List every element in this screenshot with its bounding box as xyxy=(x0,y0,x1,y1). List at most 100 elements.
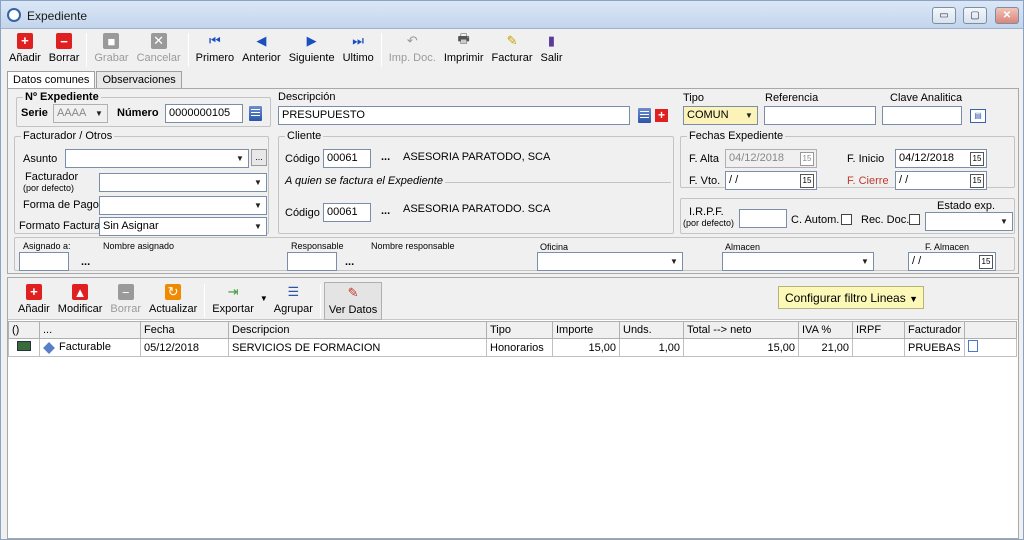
next-button[interactable]: ▶ Siguiente xyxy=(285,31,339,69)
fecha-cell[interactable]: 05/12/2018 xyxy=(140,338,229,357)
toolbar-separator xyxy=(380,33,382,67)
irpf-cell[interactable] xyxy=(852,338,905,357)
iva-cell[interactable]: 21,00 xyxy=(798,338,853,357)
referencia-input[interactable] xyxy=(764,106,876,125)
col-header-iva[interactable]: IVA % xyxy=(798,321,853,339)
descripcion-input[interactable]: PRESUPUESTO xyxy=(278,106,630,125)
exit-icon: ▮ xyxy=(547,33,556,48)
close-button[interactable]: ✕ xyxy=(995,7,1019,24)
lineas-refresh-button[interactable]: ↻ Actualizar xyxy=(145,282,201,320)
factura-codigo-input[interactable]: 00061 xyxy=(323,203,371,222)
responsable-ellipsis[interactable]: ... xyxy=(345,256,354,268)
col-header-estado[interactable]: ... xyxy=(39,321,141,339)
table-row[interactable]: Facturable 05/12/2018 SERVICIOS DE FORMA… xyxy=(8,338,1018,357)
import-doc-button[interactable]: ↶ Imp. Doc. xyxy=(385,31,440,69)
tab-observaciones[interactable]: Observaciones xyxy=(96,71,182,89)
unds-cell[interactable]: 1,00 xyxy=(619,338,684,357)
invoice-button[interactable]: ✎ Facturar xyxy=(488,31,537,69)
exit-button[interactable]: ▮ Salir xyxy=(537,31,567,69)
add-button[interactable]: + Añadir xyxy=(5,31,45,69)
cliente-ellipsis-button[interactable]: ... xyxy=(381,151,390,163)
col-header-descripcion[interactable]: Descripcion xyxy=(228,321,487,339)
total-cell[interactable]: 15,00 xyxy=(683,338,799,357)
export-dropdown-button[interactable]: ▼ xyxy=(258,282,270,320)
responsable-input[interactable] xyxy=(287,252,337,271)
col-header-unds[interactable]: Unds. xyxy=(619,321,684,339)
lineas-delete-button[interactable]: − Borrar xyxy=(106,282,145,320)
delete-button[interactable]: − Borrar xyxy=(45,31,84,69)
lineas-add-button[interactable]: + Añadir xyxy=(14,282,54,320)
print-button[interactable]: 🖶 Imprimir xyxy=(440,31,488,69)
chevron-down-icon: ▼ xyxy=(254,178,262,187)
facturador-cell[interactable]: PRUEBAS xyxy=(903,338,966,357)
descripcion-cell[interactable]: SERVICIOS DE FORMACION xyxy=(228,338,487,357)
cliente-codigo-input[interactable]: 00061 xyxy=(323,149,371,168)
cancel-button[interactable]: ✕ Cancelar xyxy=(133,31,185,69)
calendar-icon[interactable]: 15 xyxy=(970,152,984,166)
lineas-edit-button[interactable]: ▲ Modificar xyxy=(54,282,107,320)
f-cierre-input[interactable]: / /15 xyxy=(895,171,987,190)
toolbar-separator xyxy=(204,284,206,318)
col-header-icon[interactable]: () xyxy=(8,321,40,339)
c-autom-label: C. Autom. xyxy=(791,214,840,226)
irpf-input[interactable] xyxy=(739,209,787,228)
oficina-select[interactable]: ▼ xyxy=(537,252,683,271)
asunto-ellipsis-button[interactable]: ... xyxy=(251,149,267,166)
formato-factura-label: Formato Factura xyxy=(19,220,101,232)
last-button[interactable]: ⏭ Ultimo xyxy=(339,31,378,69)
calendar-icon[interactable]: 15 xyxy=(800,152,814,166)
pencil-icon xyxy=(43,341,55,354)
lineas-export-button[interactable]: ⇥ Exportar xyxy=(208,282,258,320)
first-button[interactable]: ⏮ Primero xyxy=(192,31,239,69)
serie-select[interactable]: AAAA ▼ xyxy=(53,104,108,123)
chevron-down-icon: ▼ xyxy=(95,109,103,118)
previous-button[interactable]: ◀ Anterior xyxy=(238,31,285,69)
f-inicio-label: F. Inicio xyxy=(847,153,885,165)
facturador-label: Facturador xyxy=(25,171,79,183)
calendar-icon[interactable]: 15 xyxy=(970,174,984,188)
c-autom-checkbox[interactable] xyxy=(841,214,852,225)
col-header-importe[interactable]: Importe xyxy=(552,321,620,339)
maximize-button[interactable]: ▢ xyxy=(963,7,987,24)
numero-input[interactable]: 0000000105 xyxy=(165,104,243,123)
calendar-icon[interactable]: 15 xyxy=(979,255,993,269)
table-icon[interactable]: ▤ xyxy=(970,109,986,123)
list-icon[interactable] xyxy=(249,106,262,121)
estado-cell[interactable]: Facturable xyxy=(39,338,141,357)
minimize-button[interactable]: ▭ xyxy=(932,7,956,24)
estado-exp-select[interactable]: ▼ xyxy=(925,212,1013,231)
col-header-fecha[interactable]: Fecha xyxy=(140,321,229,339)
importe-cell[interactable]: 15,00 xyxy=(552,338,620,357)
group-icon: ☰ xyxy=(287,284,300,299)
clave-analitica-input[interactable] xyxy=(882,106,962,125)
configurar-filtro-button[interactable]: Configurar filtro Lineas ▼ xyxy=(778,286,924,309)
doc-cell[interactable] xyxy=(964,338,1018,357)
rec-doc-checkbox[interactable] xyxy=(909,214,920,225)
col-header-facturador[interactable]: Facturador xyxy=(903,321,966,339)
f-vto-input[interactable]: / /15 xyxy=(725,171,817,190)
f-almacen-input[interactable]: / /15 xyxy=(908,252,996,271)
lineas-group-button[interactable]: ☰ Agrupar xyxy=(270,282,317,320)
add-icon[interactable]: + xyxy=(655,109,668,122)
list-icon[interactable] xyxy=(638,108,651,123)
col-header-tipo[interactable]: Tipo xyxy=(486,321,553,339)
ver-datos-button[interactable]: ✎ Ver Datos xyxy=(323,282,383,320)
asignado-input[interactable] xyxy=(19,252,69,271)
col-header-irpf[interactable]: IRPF xyxy=(852,321,905,339)
asunto-select[interactable]: ▼ xyxy=(65,149,249,168)
calendar-icon[interactable]: 15 xyxy=(800,174,814,188)
tipo-cell[interactable]: Honorarios xyxy=(486,338,553,357)
tipo-select[interactable]: COMUN ▼ xyxy=(683,106,758,125)
facturador-select[interactable]: ▼ xyxy=(99,173,267,192)
save-button[interactable]: ■ Grabar xyxy=(90,31,132,69)
row-indicator-cell[interactable] xyxy=(8,338,40,357)
formato-factura-select[interactable]: Sin Asignar ▼ xyxy=(99,217,267,236)
f-alta-input[interactable]: 04/12/2018 15 xyxy=(725,149,817,168)
f-inicio-input[interactable]: 04/12/2018 15 xyxy=(895,149,987,168)
forma-pago-select[interactable]: ▼ xyxy=(99,196,267,215)
factura-ellipsis-button[interactable]: ... xyxy=(381,205,390,217)
col-header-total[interactable]: Total --> neto xyxy=(683,321,799,339)
almacen-select[interactable]: ▼ xyxy=(722,252,874,271)
print-icon: 🖶 xyxy=(457,31,470,46)
asignado-ellipsis[interactable]: ... xyxy=(81,256,90,268)
